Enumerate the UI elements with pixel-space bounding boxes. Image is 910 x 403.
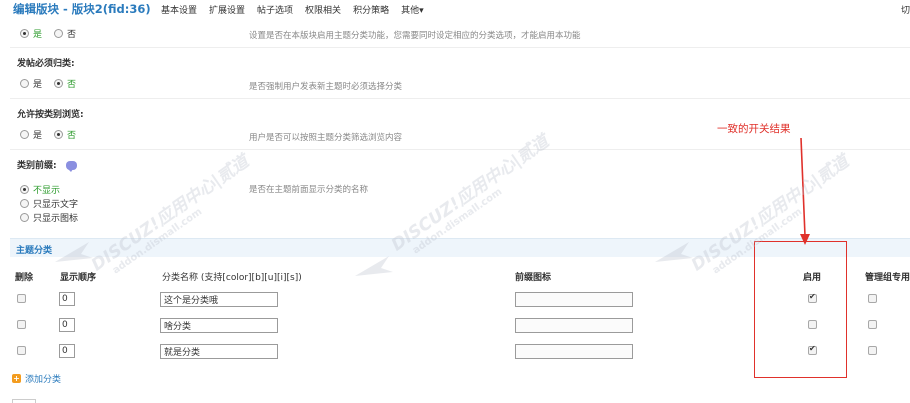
col-name: 分类名称 (支持[color][b][u][i][s]) (162, 273, 302, 283)
category-name-input[interactable] (160, 318, 278, 333)
switch-link[interactable]: 切 (901, 3, 910, 16)
radio-dot (54, 79, 63, 88)
watermark-brand: DISCUZ!应用中心|贰道 (387, 131, 553, 256)
prefix-icon-input[interactable] (515, 318, 633, 333)
category-prefix-label-text: 类别前缀: (17, 161, 57, 171)
divider (10, 98, 910, 99)
section-title: 主题分类 (16, 246, 53, 256)
radio-dot (20, 79, 29, 88)
page-title: 编辑版块 - 版块2(fid:36) (13, 2, 151, 16)
require-category-desc: 是否强制用户发表新主题时必须选择分类 (249, 82, 403, 92)
add-category-label: 添加分类 (25, 375, 62, 385)
moderator-only-checkbox[interactable] (868, 320, 877, 329)
annotation-text: 一致的开关结果 (717, 123, 791, 135)
tab-credits[interactable]: 积分策略 (353, 3, 389, 16)
category-name-input[interactable] (160, 344, 278, 359)
settings-tabs: 基本设置 扩展设置 帖子选项 权限相关 积分策略 其他▾ (161, 3, 424, 16)
enable-topic-yes-radio[interactable]: 是 (20, 27, 42, 40)
plus-icon: + (12, 374, 21, 383)
moderator-only-checkbox[interactable] (868, 294, 877, 303)
col-prefix-icon: 前缀图标 (515, 273, 552, 283)
tab-basic[interactable]: 基本设置 (161, 3, 197, 16)
browse-category-label: 允许按类别浏览: (17, 110, 84, 120)
add-category-button[interactable]: + 添加分类 (12, 372, 61, 385)
require-category-no-radio[interactable]: 否 (54, 77, 76, 90)
col-order: 显示顺序 (60, 273, 97, 283)
divider (10, 47, 910, 48)
col-delete: 删除 (15, 273, 34, 283)
tab-post-options[interactable]: 帖子选项 (257, 3, 293, 16)
category-prefix-label: 类别前缀: (17, 158, 77, 172)
watermark-site: addon.dismall.com (110, 206, 205, 277)
delete-checkbox[interactable] (17, 346, 26, 355)
radio-dot (20, 130, 29, 139)
prefix-icon-input[interactable] (515, 344, 633, 359)
category-prefix-desc: 是否在主题前面显示分类的名称 (249, 185, 369, 195)
tab-permissions[interactable]: 权限相关 (305, 3, 341, 16)
require-category-yes-radio[interactable]: 是 (20, 77, 42, 90)
browse-category-yes-radio[interactable]: 是 (20, 128, 42, 141)
watermark: DISCUZ!应用中心|贰道 addon.dismall.com (85, 148, 259, 285)
tab-extended[interactable]: 扩展设置 (209, 3, 245, 16)
require-category-label: 发帖必须归类: (17, 59, 75, 69)
annotation-highlight-box (754, 241, 847, 378)
delete-checkbox[interactable] (17, 294, 26, 303)
radio-dot (20, 185, 29, 194)
submit-button-partial[interactable] (12, 399, 36, 403)
order-input[interactable] (59, 292, 75, 306)
divider (10, 149, 910, 150)
enable-topic-no-radio[interactable]: 否 (54, 27, 76, 40)
prefix-text-radio[interactable]: 只显示文字 (20, 197, 78, 210)
browse-category-no-radio[interactable]: 否 (54, 128, 76, 141)
order-input[interactable] (59, 318, 75, 332)
prefix-icon-radio[interactable]: 只显示图标 (20, 211, 78, 224)
top-bar: 编辑版块 - 版块2(fid:36) 基本设置 扩展设置 帖子选项 权限相关 积… (0, 0, 910, 18)
radio-dot (20, 213, 29, 222)
browse-category-desc: 用户是否可以按照主题分类筛选浏览内容 (249, 133, 403, 143)
order-input[interactable] (59, 344, 75, 358)
radio-dot (54, 130, 63, 139)
tab-other[interactable]: 其他▾ (401, 3, 424, 16)
moderator-only-checkbox[interactable] (868, 346, 877, 355)
enable-topic-desc: 设置是否在本版块启用主题分类功能，您需要同时设定相应的分类选项，才能启用本功能 (249, 31, 581, 41)
radio-dot (54, 29, 63, 38)
radio-dot (20, 199, 29, 208)
delete-checkbox[interactable] (17, 320, 26, 329)
radio-dot (20, 29, 29, 38)
category-name-input[interactable] (160, 292, 278, 307)
prefix-none-radio[interactable]: 不显示 (20, 183, 60, 196)
help-bubble-icon[interactable] (65, 161, 77, 172)
annotation-arrow-icon (800, 137, 810, 245)
col-moderator-only: 管理组专用 (865, 273, 910, 283)
prefix-icon-input[interactable] (515, 292, 633, 307)
